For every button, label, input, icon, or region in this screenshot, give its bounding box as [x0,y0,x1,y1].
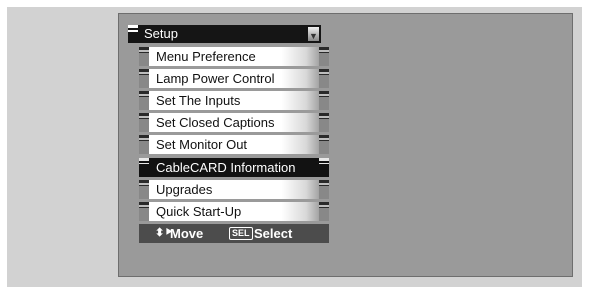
menu-title-bar[interactable]: Setup ▼ [128,25,321,43]
menu-item-set-closed-captions[interactable]: Set Closed Captions [139,113,329,132]
item-tab-right-icon [319,202,329,221]
item-tab-right-icon [319,91,329,110]
menu-item-label: Set Monitor Out [156,137,248,152]
item-tab-left-icon [139,69,149,88]
sel-key-icon: SEL [229,227,253,240]
item-tab-left-icon [139,113,149,132]
menu-title: Setup [144,26,178,41]
select-hint-label: Select [254,226,293,241]
item-tab-right-icon [319,180,329,199]
menu-item-cablecard-information[interactable]: CableCARD Information [139,158,329,177]
menu-item-label: Set Closed Captions [156,115,275,130]
item-tab-right-icon [319,47,329,66]
menu-item-label: CableCARD Information [156,160,296,175]
menu-item-label: Menu Preference [156,49,256,64]
item-tab-left-icon [139,135,149,154]
menu-item-label: Set The Inputs [156,93,241,108]
menu-item-label: Upgrades [156,182,213,197]
menu-item-menu-preference[interactable]: Menu Preference [139,47,329,66]
move-hint-label: Move [170,226,204,241]
menu-item-label: Lamp Power Control [156,71,275,86]
item-tab-right-icon [319,69,329,88]
item-tab-left-icon [139,91,149,110]
item-tab-right-icon [319,158,329,177]
title-tab-icon [128,25,138,43]
item-tab-left-icon [139,202,149,221]
menu-footer-hints: ⬍⯈ Move SEL Select [139,224,329,243]
chevron-down-icon[interactable]: ▼ [308,27,319,41]
menu-item-label: Quick Start-Up [156,204,242,219]
item-tab-left-icon [139,180,149,199]
item-tab-left-icon [139,47,149,66]
menu-item-lamp-power-control[interactable]: Lamp Power Control [139,69,329,88]
menu-item-set-monitor-out[interactable]: Set Monitor Out [139,135,329,154]
menu-item-upgrades[interactable]: Upgrades [139,180,329,199]
item-tab-left-icon [139,158,149,177]
item-tab-right-icon [319,113,329,132]
menu-item-quick-start-up[interactable]: Quick Start-Up [139,202,329,221]
menu-item-set-the-inputs[interactable]: Set The Inputs [139,91,329,110]
item-tab-right-icon [319,135,329,154]
